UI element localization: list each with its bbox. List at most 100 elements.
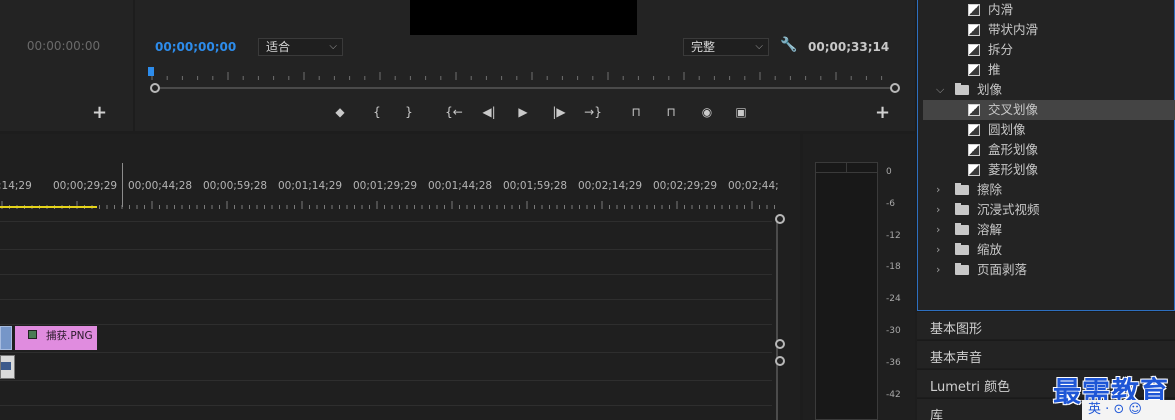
effect-label: 沉浸式视频 (977, 202, 1040, 217)
extract-button[interactable]: ⊓ (662, 103, 680, 121)
chevron-right-icon[interactable]: › (936, 260, 940, 280)
effect-label: 圆划像 (988, 122, 1026, 137)
zoom-handle-left[interactable] (150, 83, 160, 93)
chevron-right-icon[interactable]: › (936, 220, 940, 240)
transition-icon (968, 144, 980, 156)
quality-dropdown[interactable]: 完整 ⌵ (683, 38, 769, 56)
effect-label: 带状内滑 (988, 22, 1039, 37)
fit-dropdown[interactable]: 适合 ⌵ (258, 38, 343, 56)
add-marker-button[interactable]: ◆ (331, 103, 349, 121)
program-add-button[interactable]: + (875, 102, 890, 123)
video-clip[interactable] (0, 326, 12, 350)
program-current-timecode[interactable]: 00;00;00;00 (155, 40, 236, 54)
mark-in-button[interactable]: { (368, 103, 386, 121)
chevron-right-icon[interactable]: › (936, 200, 940, 220)
transition-icon (968, 44, 980, 56)
db-scale-label: -42 (886, 389, 901, 400)
panel-tab-label: 库 (930, 409, 944, 420)
play-button[interactable]: ▶ (514, 103, 532, 121)
effect-folder[interactable]: › 沉浸式视频 (923, 200, 1175, 220)
track-divider (0, 324, 772, 325)
panel-tab-label: 基本声音 (930, 351, 983, 366)
effect-folder[interactable]: › 溶解 (923, 220, 1175, 240)
panel-tab-essential-graphics[interactable]: 基本图形 (917, 311, 1175, 339)
ruler-label: 00;00;44;28 (128, 180, 193, 192)
scroll-handle-middle[interactable] (775, 339, 785, 349)
program-video-frame (410, 0, 637, 35)
step-back-button[interactable]: ◀| (480, 103, 498, 121)
playhead-marker[interactable] (148, 67, 154, 76)
image-clip-icon (28, 330, 37, 339)
source-add-button[interactable]: + (92, 102, 107, 123)
work-area-bar[interactable] (0, 206, 97, 208)
effect-folder[interactable]: › 擦除 (923, 180, 1175, 200)
ruler-label: 00;01;59;28 (503, 180, 568, 192)
effect-item[interactable]: 带状内滑 (923, 20, 1175, 40)
go-to-in-button[interactable]: {← (445, 103, 463, 121)
track-divider (0, 274, 772, 275)
program-mini-ruler[interactable] (150, 66, 896, 80)
wrench-icon[interactable]: 🔧 (780, 37, 797, 53)
timeline-panel (0, 134, 800, 420)
track-divider (0, 352, 772, 353)
timeline-vertical-scrollbar[interactable] (776, 220, 778, 420)
timeline-ruler[interactable] (0, 195, 775, 209)
effect-item[interactable]: 内滑 (923, 0, 1175, 20)
effect-item[interactable]: 圆划像 (923, 120, 1175, 140)
track-divider (0, 380, 772, 381)
ruler-label: 00;01;44;28 (428, 180, 493, 192)
folder-icon (955, 223, 969, 235)
effect-item[interactable]: 推 (923, 60, 1175, 80)
export-frame-icon: ◉ (701, 105, 713, 119)
effect-folder[interactable]: › 缩放 (923, 240, 1175, 260)
transition-icon (968, 64, 980, 76)
panel-tab-label: 基本图形 (930, 322, 983, 337)
quality-dropdown-value: 完整 (691, 40, 716, 54)
folder-icon (955, 83, 969, 95)
effect-label: 拆分 (988, 42, 1014, 57)
db-scale-label: -24 (886, 294, 901, 305)
audio-meter (815, 162, 878, 420)
effect-folder[interactable]: ⌵ 划像 (923, 80, 1175, 100)
scroll-handle-top[interactable] (775, 214, 785, 224)
effect-item[interactable]: 盒形划像 (923, 140, 1175, 160)
effect-item[interactable]: 交叉划像 (923, 100, 1175, 120)
chevron-down-icon[interactable]: ⌵ (936, 80, 944, 100)
go-to-out-button[interactable]: →} (584, 103, 602, 121)
chevron-right-icon[interactable]: › (936, 180, 940, 200)
effect-label: 交叉划像 (988, 102, 1039, 117)
chevron-right-icon[interactable]: › (936, 240, 940, 260)
step-forward-button[interactable]: |▶ (550, 103, 568, 121)
compare-view-button[interactable]: ▣ (732, 103, 750, 121)
effect-item[interactable]: 菱形划像 (923, 160, 1175, 180)
folder-icon (955, 183, 969, 195)
panel-tab-essential-sound[interactable]: 基本声音 (917, 340, 1175, 368)
source-monitor-panel (0, 0, 133, 131)
program-duration-timecode: 00;00;33;14 (808, 40, 890, 54)
ime-status-bar: 英 · ⊙ ☺ (1082, 400, 1175, 420)
mark-out-button[interactable]: } (400, 103, 418, 121)
effect-label: 缩放 (977, 242, 1003, 257)
chevron-down-icon: ⌵ (329, 41, 337, 52)
transition-icon (968, 4, 980, 16)
scroll-handle-bottom[interactable] (775, 356, 785, 366)
ruler-label: 00;00;59;28 (203, 180, 268, 192)
db-scale-label: 0 (886, 167, 892, 177)
source-timecode[interactable]: 00:00:00:00 (0, 39, 127, 53)
effect-item[interactable]: 拆分 (923, 40, 1175, 60)
effect-folder[interactable]: › 页面剥落 (923, 260, 1175, 280)
ruler-label: ;14;29 (0, 180, 32, 192)
image-clip-label: 捕获.PNG (46, 330, 93, 342)
zoom-handle-right[interactable] (890, 83, 900, 93)
lift-button[interactable]: ⊓ (627, 103, 645, 121)
track-divider (0, 249, 772, 250)
folder-icon (955, 203, 969, 215)
ruler-label: 00;00;29;29 (53, 180, 118, 192)
program-zoom-bar[interactable] (158, 87, 892, 89)
db-scale-label: -6 (886, 198, 895, 209)
play-icon: ▶ (518, 105, 528, 119)
track-divider (0, 299, 772, 300)
effect-label: 盒形划像 (988, 142, 1039, 157)
export-frame-button[interactable]: ◉ (698, 103, 716, 121)
effect-label: 溶解 (977, 222, 1003, 237)
